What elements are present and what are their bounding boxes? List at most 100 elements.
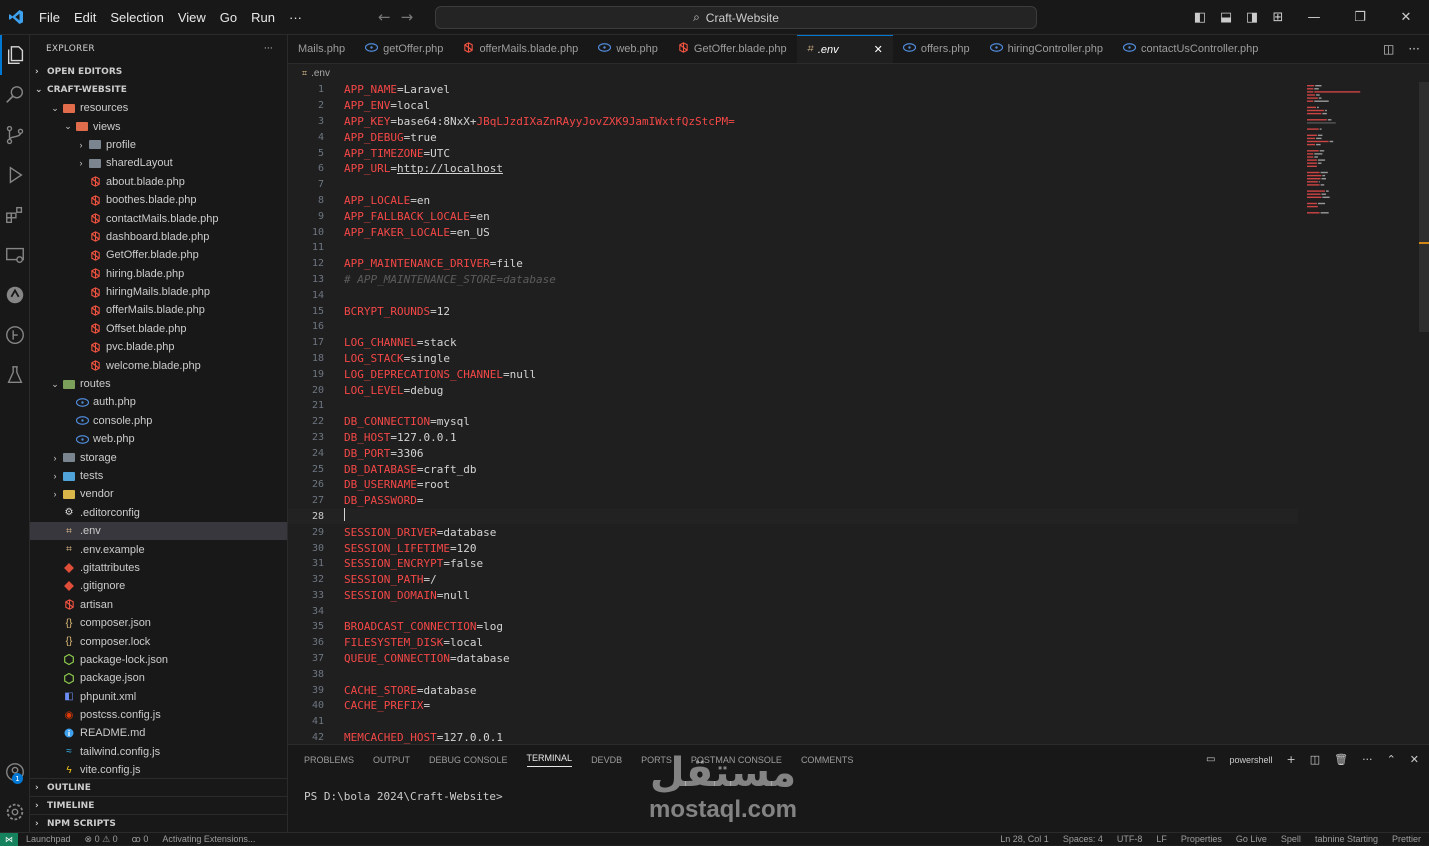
status-item[interactable]: Launchpad [26,834,71,845]
explorer-icon[interactable] [0,35,30,75]
outline-section[interactable]: › OUTLINE [30,778,287,796]
search-icon[interactable] [0,75,30,115]
file-item[interactable]: web.php [30,430,287,448]
close-panel-icon[interactable]: ✕ [1410,753,1419,766]
file-item[interactable]: about.blade.php [30,173,287,191]
split-terminal-icon[interactable]: ◫ [1310,753,1320,766]
file-item[interactable]: .gitattributes [30,559,287,577]
source-control-icon[interactable] [0,115,30,155]
more-actions-icon[interactable]: ··· [1362,753,1373,766]
status-item[interactable]: Spaces: 4 [1063,834,1103,844]
panel-tab[interactable]: PROBLEMS [304,755,354,765]
new-terminal-icon[interactable]: + [1286,753,1295,766]
menu-item[interactable]: Edit [67,10,103,25]
status-item[interactable]: Spell [1281,834,1301,844]
panel-tab[interactable]: DEVDB [591,755,622,765]
extensions-icon[interactable] [0,195,30,235]
terminal-output[interactable]: PS D:\bola 2024\Craft-Website> [288,790,1429,803]
file-item[interactable]: Offset.blade.php [30,320,287,338]
trash-icon[interactable]: 🗑 [1334,753,1348,766]
file-item[interactable]: hiring.blade.php [30,265,287,283]
close-window-button[interactable]: ✕ [1383,10,1429,25]
menu-item[interactable]: Go [213,10,244,25]
run-debug-icon[interactable] [0,155,30,195]
file-item[interactable]: .gitignore [30,577,287,595]
open-editors-section[interactable]: › OPEN EDITORS [30,63,287,81]
timeline-section[interactable]: › TIMELINE [30,796,287,814]
status-item[interactable]: ꝏ 0 [132,834,149,845]
file-item[interactable]: {} composer.json [30,614,287,632]
status-item[interactable]: Prettier [1392,834,1421,844]
file-item[interactable]: ⚙ .editorconfig [30,504,287,522]
file-item[interactable]: pvc.blade.php [30,338,287,356]
testing-flask-icon[interactable] [0,355,30,395]
maximize-button[interactable]: ❐ [1337,10,1383,25]
customize-layout-icon[interactable]: ⊞ [1265,10,1291,25]
forward-arrow-icon[interactable]: → [401,8,414,26]
panel-tab[interactable]: TERMINAL [526,753,573,767]
file-item[interactable]: ◧ phpunit.xml [30,688,287,706]
file-item[interactable]: hiringMails.blade.php [30,283,287,301]
file-item[interactable]: README.md [30,724,287,742]
manage-gear-icon[interactable] [0,792,30,832]
menu-item[interactable]: File [32,10,67,25]
more-actions-icon[interactable]: ··· [1408,42,1419,56]
menu-item[interactable]: Selection [103,10,170,25]
panel-tab[interactable]: DEBUG CONSOLE [429,755,508,765]
editor-tab[interactable]: Mails.php [288,35,355,63]
status-item[interactable]: tabnine Starting [1315,834,1378,844]
panel-tab[interactable]: COMMENTS [801,755,854,765]
editor-tab[interactable]: hiringController.php [980,35,1113,63]
remote-indicator-icon[interactable]: ⋈ [0,832,18,846]
npm-scripts-section[interactable]: › NPM SCRIPTS [30,814,287,832]
file-item[interactable]: artisan [30,596,287,614]
file-item[interactable]: package-lock.json [30,651,287,669]
status-item[interactable]: LF [1156,834,1167,844]
accounts-icon[interactable] [0,752,30,792]
command-center-search[interactable]: ⌕ Craft-Website [435,6,1037,29]
panel-tab[interactable]: OUTPUT [373,755,410,765]
file-item[interactable]: ⌗ .env [30,521,287,541]
file-item[interactable]: package.json [30,669,287,687]
project-section[interactable]: ⌄ CRAFT-WEBSITE [30,81,287,99]
editor-tab[interactable]: web.php [588,35,668,63]
file-item[interactable]: dashboard.blade.php [30,228,287,246]
status-item[interactable]: Go Live [1236,834,1267,844]
status-item[interactable]: Ln 28, Col 1 [1000,834,1049,844]
maximize-panel-icon[interactable]: ⌃ [1387,753,1396,766]
file-item[interactable]: ≈ tailwind.config.js [30,743,287,761]
code-editor[interactable]: 1 APP_NAME=Laravel 2 APP_ENV=local 3 APP_KEY=… [288,82,1429,744]
panel-tab[interactable]: PORTS [641,755,672,765]
editor-tab[interactable]: offerMails.blade.php [453,35,588,63]
file-item[interactable]: GetOffer.blade.php [30,246,287,264]
status-item[interactable]: Properties [1181,834,1222,844]
editor-tab[interactable]: GetOffer.blade.php [668,35,797,63]
back-arrow-icon[interactable]: ← [378,8,391,26]
file-item[interactable]: ϟ vite.config.js [30,761,287,779]
more-actions-icon[interactable]: ··· [264,44,273,54]
folder-item[interactable]: › vendor [30,485,287,503]
folder-item[interactable]: › sharedLayout [30,154,287,172]
folder-item[interactable]: ⌄ views [30,117,287,135]
close-tab-icon[interactable]: ✕ [874,43,883,56]
remote-explorer-icon[interactable] [0,235,30,275]
file-item[interactable]: {} composer.lock [30,632,287,650]
editor-tab[interactable]: offers.php [893,35,980,63]
toggle-primary-sidebar-icon[interactable]: ◧ [1187,10,1213,25]
file-item[interactable]: welcome.blade.php [30,356,287,374]
menu-item[interactable]: Run [244,10,282,25]
split-editor-icon[interactable]: ◫ [1383,42,1394,56]
folder-item[interactable]: ⌄ routes [30,375,287,393]
file-item[interactable]: auth.php [30,393,287,411]
status-item[interactable]: Activating Extensions... [162,834,255,845]
toggle-panel-icon[interactable]: ⬓ [1213,10,1239,25]
status-item[interactable]: UTF-8 [1117,834,1143,844]
gitlens-icon[interactable] [0,315,30,355]
folder-item[interactable]: › tests [30,467,287,485]
menu-item[interactable]: ··· [282,10,309,25]
shell-name[interactable]: powershell [1229,755,1272,765]
breadcrumb-file[interactable]: .env [311,68,330,79]
menu-item[interactable]: View [171,10,213,25]
editor-tab[interactable]: getOffer.php [355,35,453,63]
env-value-token[interactable]: http://localhost [397,162,503,175]
